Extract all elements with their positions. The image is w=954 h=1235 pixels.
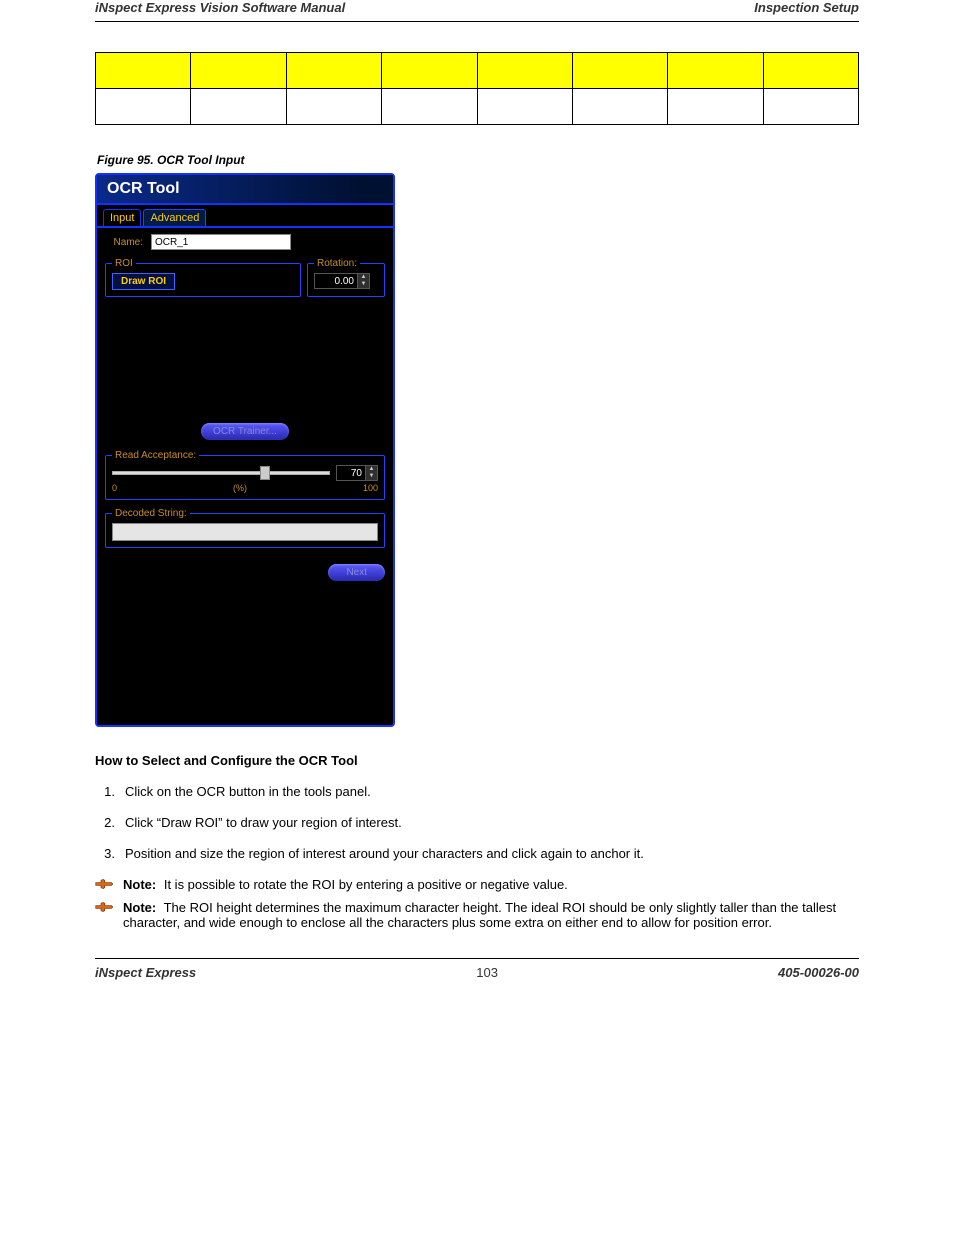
table-header-row (96, 53, 859, 89)
footer-left: iNspect Express (95, 965, 196, 980)
figure-caption: Figure 95. OCR Tool Input (97, 153, 859, 167)
decoded-string-group: Decoded String: (105, 508, 385, 548)
roi-group: ROI Draw ROI (105, 258, 301, 297)
scale-min: 0 (112, 483, 117, 493)
tab-input[interactable]: Input (103, 209, 141, 226)
howto-steps: 1. Click on the OCR button in the tools … (95, 784, 859, 863)
note-label: Note: (123, 900, 156, 915)
decoded-string-field (112, 523, 378, 541)
page-footer: iNspect Express 103 405-00026-00 (95, 958, 859, 980)
tab-advanced[interactable]: Advanced (143, 209, 206, 226)
note-text: It is possible to rotate the ROI by ente… (164, 877, 568, 892)
name-field[interactable] (151, 234, 291, 250)
footer-right: 405-00026-00 (778, 965, 859, 980)
list-item: 1. Click on the OCR button in the tools … (95, 784, 859, 801)
read-acceptance-legend: Read Acceptance: (112, 450, 199, 461)
pointing-hand-icon (95, 877, 113, 891)
footer-page-number: 103 (476, 965, 498, 980)
draw-roi-button[interactable]: Draw ROI (112, 273, 175, 290)
read-acceptance-value[interactable] (337, 466, 365, 480)
howto-heading: How to Select and Configure the OCR Tool (95, 753, 859, 768)
next-button[interactable]: Next (328, 564, 385, 581)
rotation-legend: Rotation: (314, 258, 360, 269)
ocr-trainer-button[interactable]: OCR Trainer... (201, 423, 289, 440)
list-item: 2. Click “Draw ROI” to draw your region … (95, 815, 859, 832)
pointing-hand-icon (95, 900, 113, 914)
decoded-string-legend: Decoded String: (112, 508, 190, 519)
list-item: 3. Position and size the region of inter… (95, 846, 859, 863)
accept-down[interactable]: ▼ (365, 473, 377, 480)
note-label: Note: (123, 877, 156, 892)
note-row: Note: It is possible to rotate the ROI b… (95, 877, 859, 892)
read-acceptance-group: Read Acceptance: ▲▼ 0 (%) 100 (105, 450, 385, 500)
roi-legend: ROI (112, 258, 136, 269)
rotation-value[interactable] (315, 274, 357, 288)
name-label: Name: (105, 237, 143, 248)
scale-unit: (%) (233, 483, 247, 493)
rotation-group: Rotation: ▲▼ (307, 258, 385, 297)
accept-up[interactable]: ▲ (365, 466, 377, 473)
read-acceptance-stepper[interactable]: ▲▼ (336, 465, 378, 481)
rotation-down[interactable]: ▼ (357, 281, 369, 288)
rotation-up[interactable]: ▲ (357, 274, 369, 281)
note-text: The ROI height determines the maximum ch… (123, 900, 836, 930)
ocr-tool-panel: OCR Tool Input Advanced Name: ROI Draw R… (95, 173, 395, 727)
header-left: iNspect Express Vision Software Manual (95, 0, 345, 15)
note-row: Note: The ROI height determines the maxi… (95, 900, 859, 930)
ocr-tabs: Input Advanced (97, 205, 393, 228)
page-header: iNspect Express Vision Software Manual I… (95, 0, 859, 22)
scale-max: 100 (363, 483, 378, 493)
ocr-panel-title: OCR Tool (97, 175, 393, 205)
header-right: Inspection Setup (754, 0, 859, 15)
rotation-stepper[interactable]: ▲▼ (314, 273, 370, 289)
reference-table (95, 52, 859, 125)
read-acceptance-slider[interactable] (112, 466, 330, 480)
table-row (96, 89, 859, 125)
